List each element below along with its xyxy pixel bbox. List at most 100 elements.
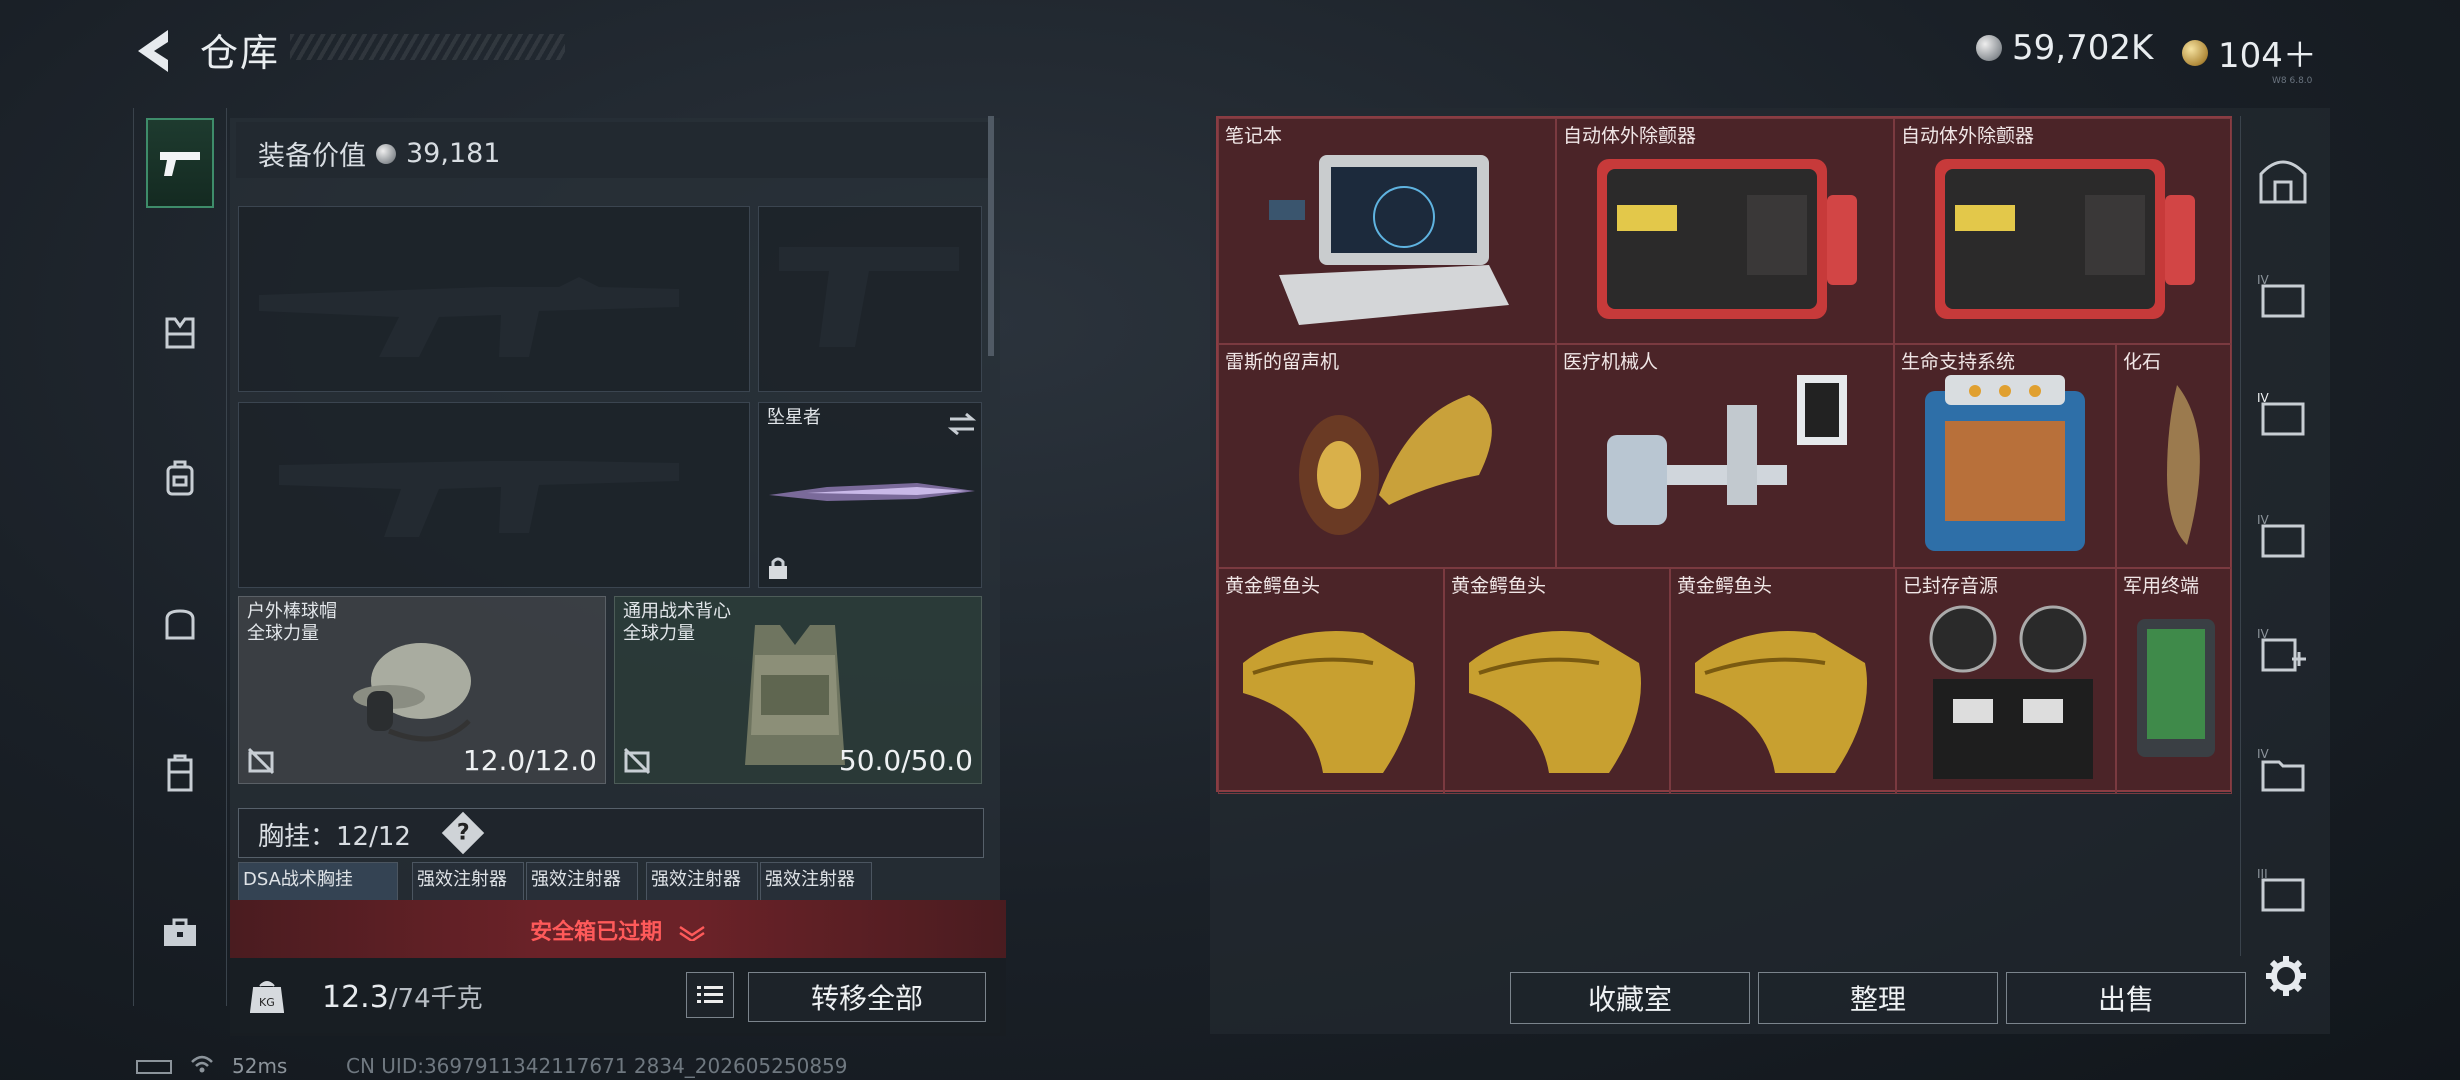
backpack-icon bbox=[166, 460, 194, 496]
rifle-silhouette-icon bbox=[279, 461, 679, 537]
help-glyph: ? bbox=[456, 819, 470, 845]
secondary-weapon-slot[interactable] bbox=[238, 402, 750, 588]
item-cell[interactable]: 黄金鳄鱼头 bbox=[1218, 568, 1444, 794]
list-view-button[interactable] bbox=[686, 972, 734, 1018]
silver-currency[interactable]: 59,702K bbox=[1976, 28, 2153, 68]
swap-icon[interactable] bbox=[947, 411, 977, 437]
nav-locker[interactable] bbox=[146, 728, 214, 818]
life-support-image bbox=[1925, 375, 2085, 551]
rifle-silhouette-icon bbox=[259, 277, 679, 357]
item-cell[interactable]: 生命支持系统 bbox=[1894, 344, 2116, 568]
safebox-expired-banner[interactable]: 安全箱已过期 bbox=[230, 900, 1006, 958]
nav-bag[interactable] bbox=[146, 578, 214, 668]
rig-item-name: 强效注射器 bbox=[417, 869, 507, 890]
chest-rig-title: 胸挂： bbox=[258, 822, 337, 852]
storage-tab-iii-icon[interactable]: III bbox=[2255, 862, 2311, 918]
rig-item-name: 强效注射器 bbox=[531, 869, 621, 890]
item-cell[interactable]: 自动体外除颤器 bbox=[1556, 118, 1894, 344]
item-name: 已封存音源 bbox=[1903, 575, 1999, 597]
primary-weapon-slot[interactable] bbox=[238, 206, 750, 392]
nav-weapons[interactable] bbox=[146, 118, 214, 208]
storage-grid: 笔记本 自动体外除颤器 自动体外除颤器 雷斯的留声机 医疗机械人 生命支持系统 bbox=[1216, 116, 2232, 794]
organize-button[interactable]: 整理 bbox=[1758, 972, 1998, 1024]
broken-item-icon bbox=[247, 747, 275, 775]
item-cell[interactable]: 笔记本 bbox=[1218, 118, 1556, 344]
item-cell[interactable]: 化石 bbox=[2116, 344, 2232, 568]
transfer-all-button[interactable]: 转移全部 bbox=[748, 972, 986, 1022]
gold-coin-icon bbox=[2182, 39, 2208, 66]
gold-amount: 104＋ bbox=[2218, 36, 2317, 76]
equipment-value-label: 装备价值 bbox=[258, 141, 366, 172]
item-name: 生命支持系统 bbox=[1901, 351, 2016, 373]
panel-scrollbar[interactable] bbox=[988, 116, 994, 356]
storage-tab-iv-plus-icon[interactable]: IV bbox=[2255, 622, 2311, 678]
laptop-image bbox=[1269, 155, 1509, 325]
title-stripe-decoration bbox=[290, 34, 565, 60]
silver-coin-icon bbox=[1976, 35, 2002, 61]
storage-tab-iv-folder-icon[interactable]: IV bbox=[2255, 742, 2311, 798]
golden-croc-head-image bbox=[1695, 631, 1867, 773]
golden-croc-head-image bbox=[1469, 631, 1641, 773]
helmet-subtitle: 全球力量 bbox=[247, 623, 319, 644]
item-name: 笔记本 bbox=[1225, 125, 1283, 147]
rig-item-name: DSA战术胸挂 bbox=[243, 869, 353, 890]
user-uid: CN UID:3697911342117671 2834_20260525085… bbox=[346, 1054, 848, 1078]
storage-tabs: IV IV IV IV IV III bbox=[2240, 116, 2323, 956]
chest-rig-capacity: 12/12 bbox=[336, 822, 411, 852]
storage-home-icon[interactable] bbox=[2255, 152, 2311, 208]
list-icon bbox=[697, 986, 723, 1003]
battery-icon bbox=[136, 1060, 172, 1074]
nav-vest[interactable] bbox=[146, 288, 214, 378]
nav-briefcase[interactable] bbox=[146, 888, 214, 978]
carry-weight-current: 12.3 bbox=[322, 980, 389, 1015]
armor-subtitle: 全球力量 bbox=[623, 623, 695, 644]
bag-icon bbox=[165, 609, 195, 640]
item-cell[interactable]: 医疗机械人 bbox=[1556, 344, 1894, 568]
storage-tab-iv-icon[interactable]: IV bbox=[2255, 268, 2311, 324]
settings-gear-icon[interactable] bbox=[2264, 954, 2308, 998]
armor-label: 通用战术背心 全球力量 bbox=[623, 601, 731, 645]
reel-to-reel-recorder-image bbox=[1929, 605, 2093, 779]
item-name: 黄金鳄鱼头 bbox=[1677, 575, 1773, 597]
sell-button[interactable]: 出售 bbox=[2006, 972, 2246, 1024]
nav-backpack[interactable] bbox=[146, 433, 214, 523]
item-cell[interactable]: 军用终端 bbox=[2116, 568, 2232, 794]
storage-tab-iv-active-icon[interactable]: IV bbox=[2255, 386, 2311, 442]
fossil-claw-image bbox=[2167, 385, 2200, 545]
silver-amount: 59,702K bbox=[2012, 28, 2154, 68]
svg-text:IV: IV bbox=[2257, 747, 2270, 761]
equipment-value-amount: 39,181 bbox=[406, 138, 501, 169]
armor-name: 通用战术背心 bbox=[623, 601, 731, 622]
item-cell[interactable]: 黄金鳄鱼头 bbox=[1444, 568, 1670, 794]
item-cell[interactable]: 黄金鳄鱼头 bbox=[1670, 568, 1896, 794]
carry-weight-max: /74千克 bbox=[388, 984, 483, 1014]
wifi-icon bbox=[191, 1055, 213, 1073]
item-name: 军用终端 bbox=[2123, 575, 2200, 597]
helmet-durability: 12.0/12.0 bbox=[462, 744, 597, 777]
defibrillator-image bbox=[1597, 159, 1857, 319]
silver-coin-icon bbox=[376, 143, 396, 164]
lock-icon bbox=[769, 557, 787, 579]
melee-blade-image bbox=[769, 483, 975, 501]
chest-rig-label: 胸挂：12/12 bbox=[258, 816, 411, 853]
weight-icon: KG bbox=[250, 981, 284, 1013]
gold-currency[interactable]: 104＋ bbox=[2182, 28, 2317, 77]
version-tag: W8 6.8.0 bbox=[2272, 76, 2313, 86]
item-cell[interactable]: 已封存音源 bbox=[1896, 568, 2116, 794]
item-cell[interactable]: 雷斯的留声机 bbox=[1218, 344, 1556, 568]
pistol-silhouette-icon bbox=[779, 247, 959, 347]
rig-item-name: 强效注射器 bbox=[651, 869, 741, 890]
safebox-status: 安全箱已过期 bbox=[230, 914, 1006, 946]
melee-slot[interactable]: 坠星者 bbox=[758, 402, 982, 588]
military-terminal-image bbox=[2137, 619, 2215, 757]
back-arrow-icon[interactable] bbox=[130, 26, 180, 76]
vest-image bbox=[745, 625, 845, 765]
page-title: 仓库 bbox=[200, 31, 281, 75]
sidearm-slot[interactable] bbox=[758, 206, 982, 392]
helmet-slot[interactable]: 户外棒球帽 全球力量 12.0/12.0 bbox=[238, 596, 606, 784]
item-cell[interactable]: 自动体外除颤器 bbox=[1894, 118, 2232, 344]
collection-room-button[interactable]: 收藏室 bbox=[1510, 972, 1750, 1024]
armor-slot[interactable]: 通用战术背心 全球力量 50.0/50.0 bbox=[614, 596, 982, 784]
svg-text:KG: KG bbox=[259, 996, 275, 1009]
storage-tab-iv-icon[interactable]: IV bbox=[2255, 508, 2311, 564]
